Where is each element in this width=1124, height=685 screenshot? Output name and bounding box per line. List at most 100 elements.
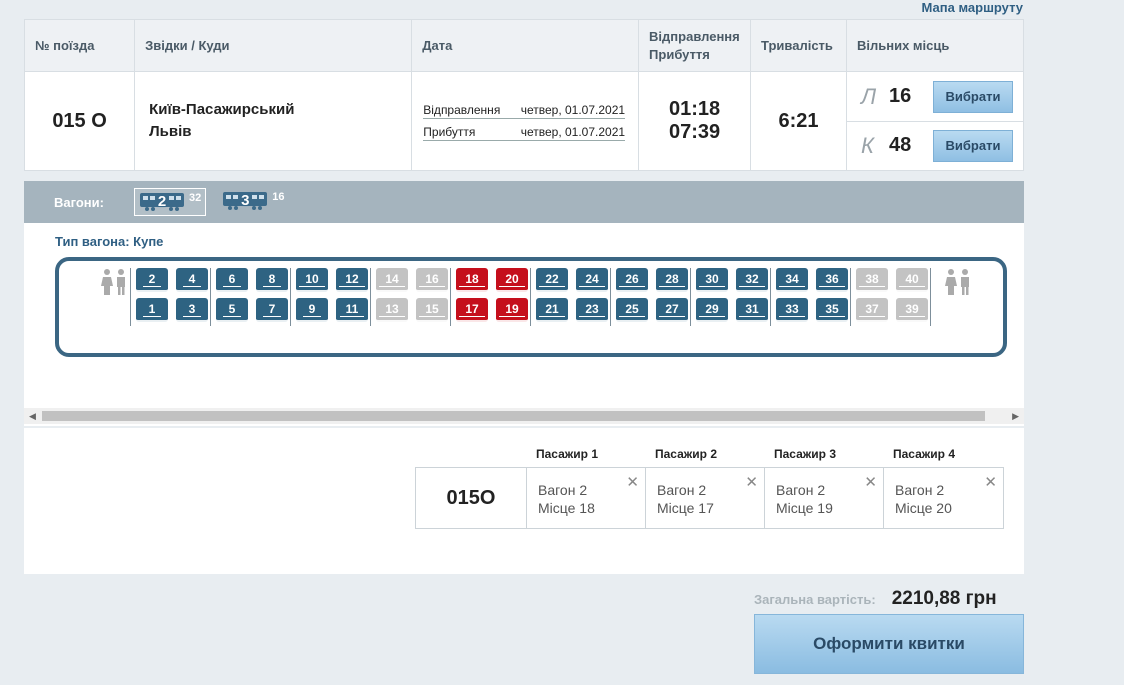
seat-number: 25 [619, 302, 645, 317]
scrollbar-thumb[interactable] [42, 411, 985, 421]
seat-7[interactable]: 7 [256, 298, 288, 322]
passenger-seat: Місце 20 [895, 500, 952, 516]
seat-number: 37 [859, 302, 885, 317]
seat-11[interactable]: 11 [336, 298, 368, 322]
times: 01:18 07:39 [638, 71, 752, 171]
seat-38: 38 [856, 268, 888, 292]
seat-number: 1 [142, 302, 162, 317]
seat-number: 16 [419, 272, 445, 287]
seat-30[interactable]: 30 [696, 268, 728, 292]
seat-6[interactable]: 6 [216, 268, 248, 292]
seat-12[interactable]: 12 [336, 268, 368, 292]
seat-number: 30 [699, 272, 725, 287]
seat-number: 34 [779, 272, 805, 287]
total-value: 2210,88 грн [891, 588, 997, 609]
seat-number: 17 [459, 302, 485, 317]
seat-31[interactable]: 31 [736, 298, 768, 322]
seat-20[interactable]: 20 [496, 268, 528, 292]
seat-4[interactable]: 4 [176, 268, 208, 292]
select-class-k-button[interactable]: Вибрати [933, 129, 1013, 162]
checkout-button[interactable]: Оформити квитки [754, 614, 1024, 674]
select-class-l-button[interactable]: Вибрати [933, 80, 1013, 113]
seat-39: 39 [896, 298, 928, 322]
seat-number: 15 [419, 302, 445, 317]
seat-19[interactable]: 19 [496, 298, 528, 322]
seat-1[interactable]: 1 [136, 298, 168, 322]
dates: Відправлення четвер, 01.07.2021 Прибуття… [411, 71, 640, 171]
seat-16: 16 [416, 268, 448, 292]
col-date: Дата [411, 19, 640, 72]
horizontal-scrollbar[interactable]: ◀ ▶ [24, 408, 1024, 424]
seat-number: 11 [339, 302, 365, 317]
seat-14: 14 [376, 268, 408, 292]
passenger-seat: Місце 19 [776, 500, 833, 516]
seat-36[interactable]: 36 [816, 268, 848, 292]
remove-passenger-1-icon[interactable]: ✕ [626, 474, 639, 492]
seat-22[interactable]: 22 [536, 268, 568, 292]
wagon-2-tab[interactable]: 2 32 [134, 188, 207, 216]
seat-27[interactable]: 27 [656, 298, 688, 322]
passenger-3-title: Пасажир 3 [774, 447, 837, 461]
scroll-right-icon[interactable]: ▶ [1012, 411, 1019, 422]
seat-18[interactable]: 18 [456, 268, 488, 292]
seat-number: 2 [142, 272, 162, 287]
train-number: 015 О [23, 71, 136, 171]
wagon-car-icon: 3 [222, 191, 268, 211]
seat-10[interactable]: 10 [296, 268, 328, 292]
passengers-panel: Пасажир 1 Пасажир 2 Пасажир 3 Пасажир 4 … [24, 428, 1024, 574]
passenger-2-card: ✕ Вагон 2 Місце 17 [646, 468, 765, 528]
seat-number: 22 [539, 272, 565, 287]
remove-passenger-4-icon[interactable]: ✕ [984, 474, 997, 492]
total-cost: Загальна вартість: 2210,88 грн [754, 588, 997, 610]
compartment-divider [130, 268, 131, 326]
col-route: Звідки / Куди [134, 19, 413, 72]
class-row-l: Л 16 Вибрати [847, 73, 1023, 121]
class-count: 16 [889, 85, 912, 107]
seat-21[interactable]: 21 [536, 298, 568, 322]
table-header-row: № поїзда Звідки / Куди Дата Відправлення… [23, 19, 1024, 72]
compartment-divider [450, 268, 451, 326]
seat-number: 40 [899, 272, 925, 287]
seat-17[interactable]: 17 [456, 298, 488, 322]
seat-number: 38 [859, 272, 885, 287]
seat-15: 15 [416, 298, 448, 322]
seat-35[interactable]: 35 [816, 298, 848, 322]
arrival-label: Прибуття [423, 125, 476, 139]
arrival-date: четвер, 01.07.2021 [520, 125, 626, 139]
seat-number: 28 [659, 272, 685, 287]
remove-passenger-2-icon[interactable]: ✕ [745, 474, 758, 492]
seat-number: 10 [299, 272, 325, 287]
wagon-number: 2 [157, 193, 167, 210]
seat-37: 37 [856, 298, 888, 322]
col-duration: Тривалість [750, 19, 847, 72]
seat-24[interactable]: 24 [576, 268, 608, 292]
seat-number: 8 [262, 272, 282, 287]
seat-9[interactable]: 9 [296, 298, 328, 322]
seat-number: 33 [779, 302, 805, 317]
seat-8[interactable]: 8 [256, 268, 288, 292]
remove-passenger-3-icon[interactable]: ✕ [864, 474, 877, 492]
scroll-left-icon[interactable]: ◀ [29, 411, 36, 422]
table-row: 015 О Київ-Пасажирський Львів Відправлен… [23, 71, 1024, 171]
wagon-3-tab[interactable]: 3 16 [218, 188, 288, 216]
seat-number: 4 [182, 272, 202, 287]
seat-25[interactable]: 25 [616, 298, 648, 322]
seat-29[interactable]: 29 [696, 298, 728, 322]
seat-28[interactable]: 28 [656, 268, 688, 292]
route-map-link[interactable]: Мапа маршруту [922, 0, 1023, 15]
compartment-divider [850, 268, 851, 326]
seat-32[interactable]: 32 [736, 268, 768, 292]
seat-33[interactable]: 33 [776, 298, 808, 322]
seat-3[interactable]: 3 [176, 298, 208, 322]
wagon-free-count: 32 [189, 192, 202, 204]
seat-number: 27 [659, 302, 685, 317]
seat-23[interactable]: 23 [576, 298, 608, 322]
seat-number: 14 [379, 272, 405, 287]
seat-number: 12 [339, 272, 365, 287]
seat-5[interactable]: 5 [216, 298, 248, 322]
seat-number: 5 [222, 302, 242, 317]
seat-34[interactable]: 34 [776, 268, 808, 292]
seat-26[interactable]: 26 [616, 268, 648, 292]
seat-2[interactable]: 2 [136, 268, 168, 292]
seat-number: 3 [182, 302, 202, 317]
